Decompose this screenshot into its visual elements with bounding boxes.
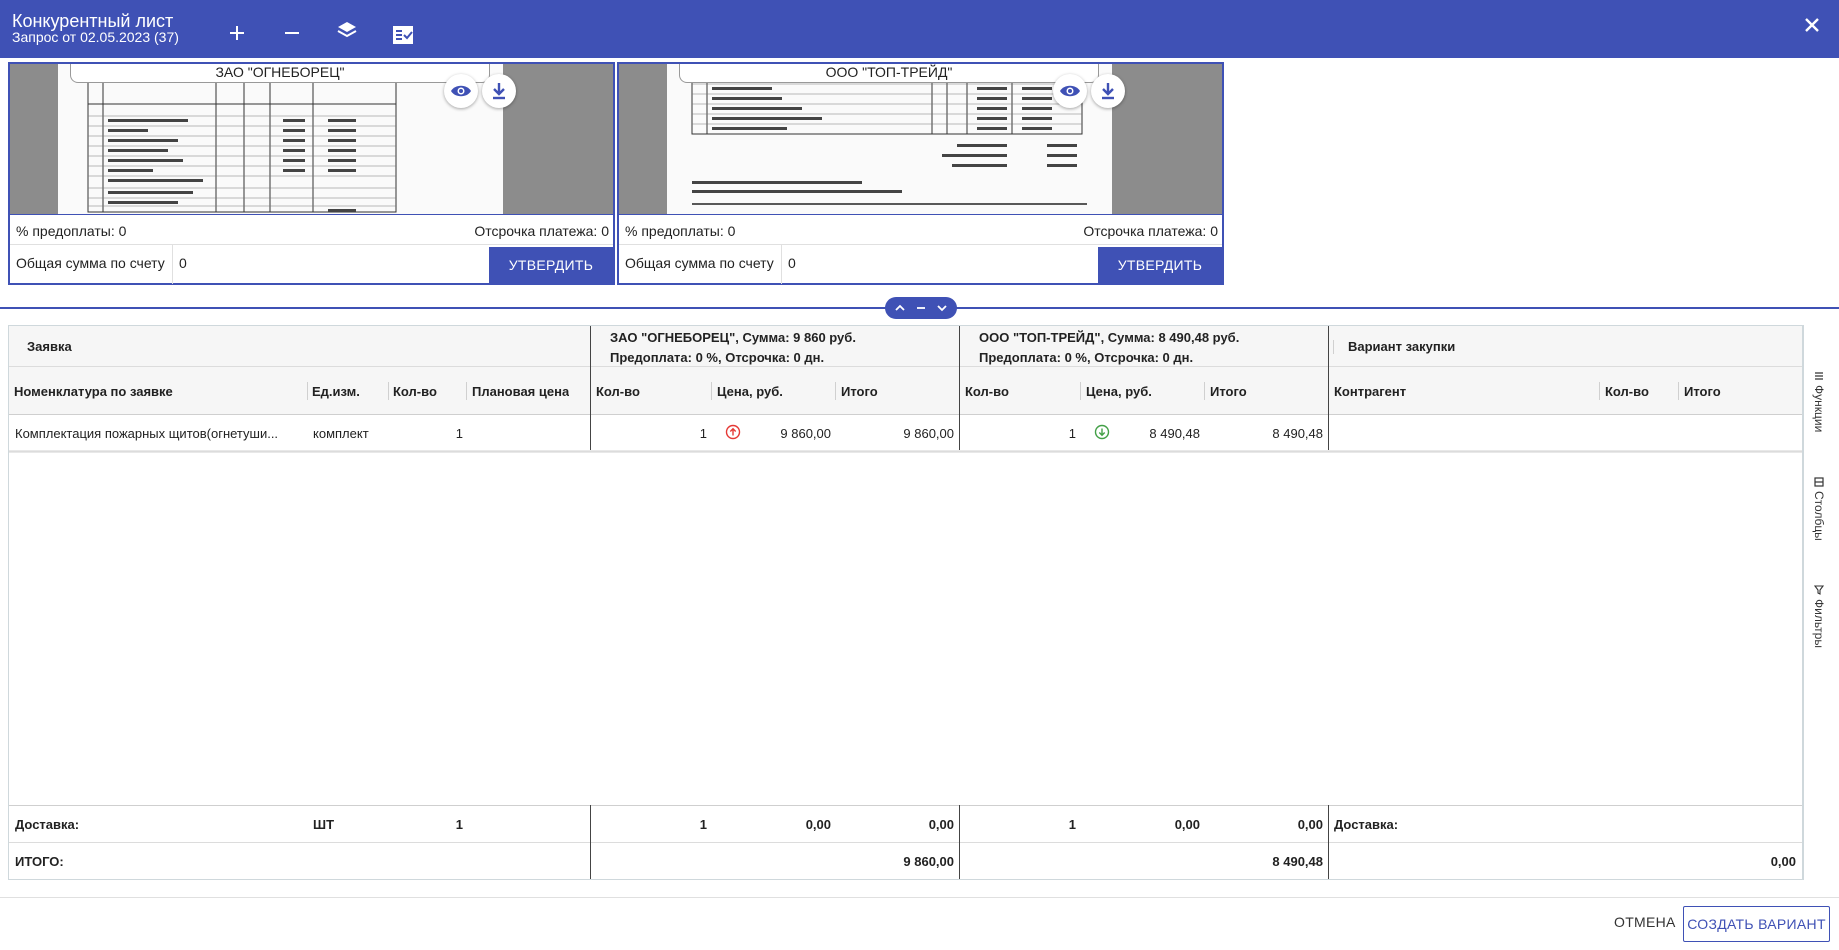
invoice-scan-image: [58, 64, 503, 214]
price-up-icon: [725, 424, 741, 440]
row-qty: 1: [455, 426, 463, 441]
supplier-card-2: ООО "ТОП-ТРЕЙД" % предоплаты: 0 Отсрочка…: [617, 62, 1224, 285]
row-s1-total: 9 860,00: [903, 426, 954, 441]
download-icon[interactable]: [482, 74, 516, 108]
column-header-v-qty[interactable]: Кол-во: [1605, 384, 1649, 399]
eye-icon[interactable]: [1053, 74, 1087, 108]
group-header-supplier-2-terms: Предоплата: 0 %, Отсрочка: 0 дн.: [979, 350, 1194, 365]
group-header-supplier-1-terms: Предоплата: 0 %, Отсрочка: 0 дн.: [610, 350, 825, 365]
column-header-plan-price[interactable]: Плановая цена: [472, 384, 569, 399]
row-s1-price: 9 860,00: [780, 426, 831, 441]
invoice-total-label: Общая сумма по счету: [625, 255, 774, 271]
filters-tab[interactable]: Фильтры: [1812, 585, 1826, 648]
row-unit: комплект: [313, 426, 369, 441]
approve-button[interactable]: УТВЕРДИТЬ: [489, 247, 613, 284]
filters-tab-label: Фильтры: [1812, 599, 1826, 648]
column-header-s2-price[interactable]: Цена, руб.: [1086, 384, 1152, 399]
supplier-terms-1: % предоплаты: 0 Отсрочка платежа: 0: [10, 214, 613, 244]
delivery-s1-qty: 1: [699, 817, 707, 832]
delivery-variant-label: Доставка:: [1334, 817, 1399, 832]
app-header: Конкурентный лист Запрос от 02.05.2023 (…: [0, 0, 1839, 58]
footer-divider: [0, 897, 1839, 898]
prepayment-label: % предоплаты: 0: [625, 223, 736, 239]
row-s2-total: 8 490,48: [1272, 426, 1323, 441]
side-panel: Функции Столбцы Фильтры: [1803, 325, 1839, 880]
delivery-s1-price: 0,00: [805, 817, 831, 832]
menu-icon: [1812, 371, 1826, 381]
column-header-s1-total[interactable]: Итого: [841, 384, 878, 399]
row-s2-price: 8 490,48: [1149, 426, 1200, 441]
supplier-terms-2: % предоплаты: 0 Отсрочка платежа: 0: [619, 214, 1222, 244]
minus-icon[interactable]: [916, 299, 926, 317]
invoice-total-input[interactable]: 0: [781, 245, 1101, 284]
eye-icon[interactable]: [444, 74, 478, 108]
invoice-total-input[interactable]: 0: [172, 245, 492, 284]
functions-tab-label: Функции: [1812, 385, 1826, 433]
total-label: ИТОГО:: [15, 854, 64, 869]
column-header-qty[interactable]: Кол-во: [393, 384, 437, 399]
supplier-total-row-2: Общая сумма по счету 0 УТВЕРДИТЬ: [619, 244, 1222, 284]
row-s1-qty: 1: [699, 426, 707, 441]
filter-icon: [1812, 585, 1826, 595]
page-subtitle: Запрос от 02.05.2023 (37): [12, 29, 179, 45]
cancel-button[interactable]: ОТМЕНА: [1614, 914, 1676, 930]
columns-tab-label: Столбцы: [1812, 491, 1826, 541]
price-down-icon: [1094, 424, 1110, 440]
column-header-s1-price[interactable]: Цена, руб.: [717, 384, 783, 399]
column-header-s2-total[interactable]: Итого: [1210, 384, 1247, 399]
layers-icon[interactable]: [334, 18, 360, 44]
column-header-s1-qty[interactable]: Кол-во: [596, 384, 640, 399]
column-header-unit[interactable]: Ед.изм.: [312, 384, 360, 399]
columns-icon: [1812, 477, 1826, 487]
delivery-s1-total: 0,00: [928, 817, 954, 832]
grid-header: [9, 326, 1802, 414]
invoice-preview-2[interactable]: ООО "ТОП-ТРЕЙД": [619, 64, 1222, 214]
supplier-card-1: ЗАО "ОГНЕБОРЕЦ" % предоплаты: 0 Отсрочка…: [8, 62, 615, 285]
invoice-preview-1[interactable]: ЗАО "ОГНЕБОРЕЦ": [10, 64, 613, 214]
download-icon[interactable]: [1091, 74, 1125, 108]
splitter-controls: [885, 297, 957, 319]
group-header-supplier-1: ЗАО "ОГНЕБОРЕЦ", Сумма: 9 860 руб.: [610, 330, 856, 345]
row-s2-qty: 1: [1068, 426, 1076, 441]
delivery-unit: ШТ: [313, 817, 335, 832]
delivery-s2-price: 0,00: [1174, 817, 1200, 832]
invoice-total-label: Общая сумма по счету: [16, 255, 165, 271]
chevron-up-icon[interactable]: [895, 299, 905, 317]
checklist-icon[interactable]: [390, 22, 416, 48]
total-s2: 8 490,48: [1272, 854, 1323, 869]
close-icon[interactable]: [1799, 12, 1825, 38]
total-s1: 9 860,00: [903, 854, 954, 869]
row-nomenclature: Комплектация пожарных щитов(огнетуши...: [15, 426, 279, 441]
approve-button[interactable]: УТВЕРДИТЬ: [1098, 247, 1222, 284]
group-header-variant: Вариант закупки: [1348, 339, 1456, 354]
invoice-scan-image: [667, 64, 1112, 214]
total-variant: 0,00: [1770, 854, 1796, 869]
column-header-s2-qty[interactable]: Кол-во: [965, 384, 1009, 399]
group-header-request: Заявка: [27, 339, 72, 354]
comparison-grid: Заявка ЗАО "ОГНЕБОРЕЦ", Сумма: 9 860 руб…: [8, 325, 1803, 880]
column-header-contractor[interactable]: Контрагент: [1334, 384, 1406, 399]
supplier-name-caption-2: ООО "ТОП-ТРЕЙД": [679, 64, 1099, 83]
column-header-nomenclature[interactable]: Номенклатура по заявке: [14, 384, 173, 399]
delivery-s2-qty: 1: [1068, 817, 1076, 832]
chevron-down-icon[interactable]: [937, 299, 947, 317]
prepayment-label: % предоплаты: 0: [16, 223, 127, 239]
column-header-v-total[interactable]: Итого: [1684, 384, 1721, 399]
delivery-qty: 1: [455, 817, 463, 832]
create-variant-button[interactable]: СОЗДАТЬ ВАРИАНТ: [1683, 906, 1830, 942]
minus-icon[interactable]: [279, 20, 305, 46]
delivery-s2-total: 0,00: [1297, 817, 1323, 832]
payment-delay-label: Отсрочка платежа: 0: [1083, 223, 1218, 239]
functions-tab[interactable]: Функции: [1812, 371, 1826, 432]
supplier-total-row-1: Общая сумма по счету 0 УТВЕРДИТЬ: [10, 244, 613, 284]
group-header-supplier-2: ООО "ТОП-ТРЕЙД", Сумма: 8 490,48 руб.: [979, 330, 1240, 345]
columns-tab[interactable]: Столбцы: [1812, 477, 1826, 541]
supplier-name-caption-1: ЗАО "ОГНЕБОРЕЦ": [70, 64, 490, 83]
delivery-label: Доставка:: [15, 817, 80, 832]
plus-icon[interactable]: [224, 20, 250, 46]
payment-delay-label: Отсрочка платежа: 0: [474, 223, 609, 239]
